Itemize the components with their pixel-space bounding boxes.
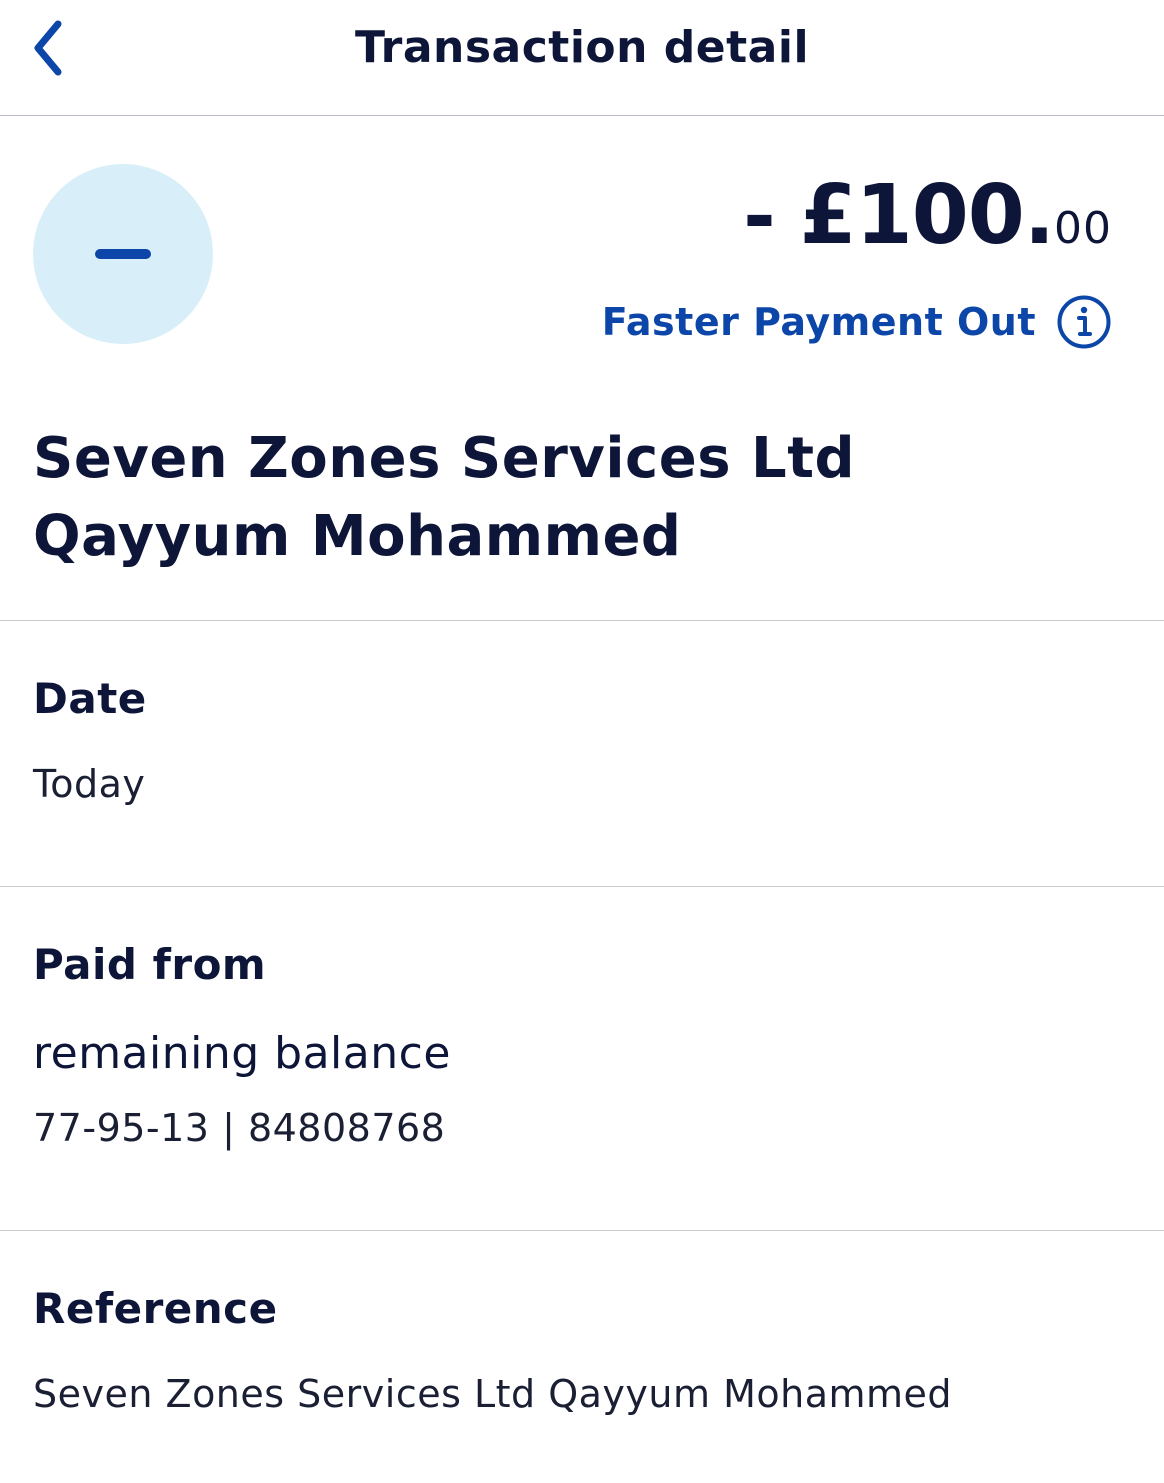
- divider: [0, 1230, 1164, 1231]
- divider: [0, 886, 1164, 887]
- payee-name: Seven Zones Services Ltd Qayyum Mohammed: [33, 420, 1123, 576]
- top-bar: Transaction detail: [0, 0, 1164, 116]
- amount-sign: -: [743, 172, 776, 262]
- info-icon[interactable]: [1056, 294, 1112, 350]
- transaction-direction-avatar: [33, 164, 213, 344]
- amount-main: £100.: [799, 168, 1055, 263]
- payment-type-info[interactable]: Faster Payment Out: [602, 294, 1112, 350]
- paid-from-account-name: remaining balance: [33, 1028, 451, 1079]
- date-value: Today: [33, 762, 146, 806]
- page-title: Transaction detail: [354, 22, 810, 73]
- paid-from-account-details: 77-95-13 | 84808768: [33, 1106, 446, 1150]
- reference-value: Seven Zones Services Ltd Qayyum Mohammed: [33, 1372, 953, 1416]
- paid-from-label: Paid from: [33, 940, 267, 989]
- payee-line-2: Qayyum Mohammed: [33, 504, 682, 569]
- payee-line-1: Seven Zones Services Ltd: [33, 426, 856, 491]
- transaction-amount: - £100.00: [743, 168, 1112, 263]
- amount-pence: 00: [1054, 203, 1112, 254]
- payment-type-label: Faster Payment Out: [601, 300, 1036, 344]
- divider: [0, 620, 1164, 621]
- reference-label: Reference: [33, 1284, 278, 1333]
- date-label: Date: [33, 674, 147, 723]
- minus-icon: [95, 249, 151, 259]
